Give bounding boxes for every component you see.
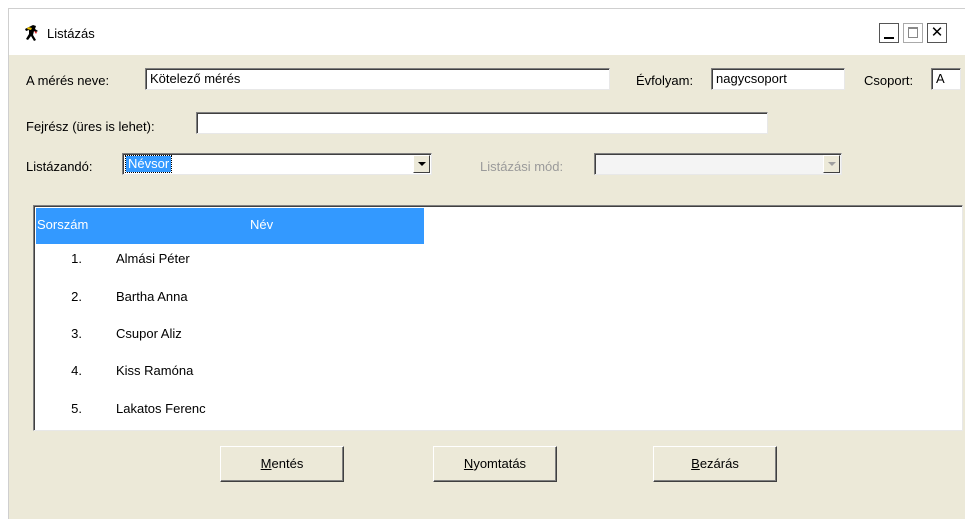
row-number: 2. [71, 289, 82, 304]
row-name: Csupor Aliz [116, 326, 182, 341]
close-button-label: ezárás [699, 456, 739, 471]
list-item[interactable]: 1. Almási Péter [36, 244, 636, 274]
list-item[interactable]: 4. Kiss Ramóna [36, 356, 636, 386]
column-header-name[interactable]: Név [250, 217, 273, 232]
row-name: Almási Péter [116, 251, 190, 266]
close-icon[interactable]: ✕ [927, 23, 947, 43]
title-bar[interactable]: Listázás ✕ [9, 9, 965, 55]
listazando-select[interactable]: Névsor [122, 153, 432, 175]
print-button[interactable]: Nyomtatás [433, 446, 557, 482]
csoport-input[interactable]: A [931, 68, 961, 90]
print-button-hotkey: N [463, 456, 474, 471]
chevron-down-icon [823, 155, 840, 173]
list-header[interactable]: Sorszám Név [36, 208, 424, 244]
close-button-hotkey: B [691, 456, 700, 471]
chevron-down-icon[interactable] [413, 155, 430, 173]
minimize-icon[interactable] [879, 23, 899, 43]
csoport-label: Csoport: [864, 73, 914, 88]
evfolyam-label: Évfolyam: [636, 73, 694, 88]
listazasi-mod-label: Listázási mód: [480, 159, 564, 174]
window-title: Listázás [47, 26, 95, 41]
column-header-number[interactable]: Sorszám [37, 217, 88, 232]
list-item[interactable]: 5. Lakatos Ferenc [36, 394, 636, 424]
fejresz-label: Fejrész (üres is lehet): [26, 119, 155, 134]
print-button-label: yomtatás [473, 456, 527, 471]
evfolyam-input[interactable]: nagycsoport [711, 68, 845, 90]
listazando-label: Listázandó: [26, 159, 93, 174]
window: Listázás ✕ A mérés neve: Kötelező mérés … [8, 8, 965, 519]
row-number: 4. [71, 363, 82, 378]
save-button[interactable]: Mentés [220, 446, 344, 482]
meres-neve-input[interactable]: Kötelező mérés [145, 68, 610, 90]
running-person-icon [22, 23, 42, 43]
list-item[interactable]: 3. Csupor Aliz [36, 319, 636, 349]
row-number: 1. [71, 251, 82, 266]
list-item[interactable]: 2. Bartha Anna [36, 282, 636, 312]
listazando-selected-value: Névsor [124, 155, 173, 173]
listazasi-mod-select [594, 153, 842, 175]
close-button[interactable]: Bezárás [653, 446, 777, 482]
fejresz-input[interactable] [196, 112, 768, 134]
maximize-icon[interactable] [903, 23, 923, 43]
save-button-label: entés [271, 456, 304, 471]
save-button-hotkey: M [260, 456, 272, 471]
row-number: 3. [71, 326, 82, 341]
row-name: Bartha Anna [116, 289, 188, 304]
student-list[interactable]: Sorszám Név 1. Almási Péter 2. Bartha An… [33, 205, 963, 431]
row-number: 5. [71, 401, 82, 416]
meres-neve-label: A mérés neve: [26, 73, 110, 88]
row-name: Lakatos Ferenc [116, 401, 206, 416]
row-name: Kiss Ramóna [116, 363, 194, 378]
